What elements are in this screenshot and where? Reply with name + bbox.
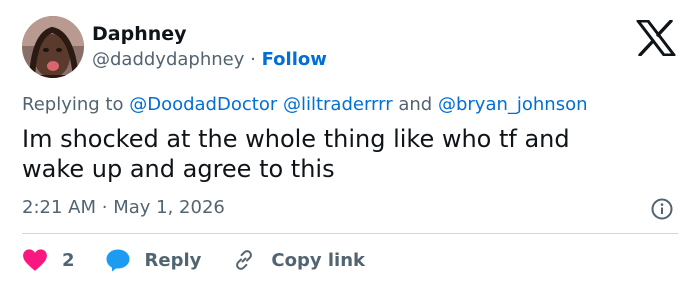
heart-icon (23, 249, 47, 271)
user-handle[interactable]: @daddydaphney (92, 49, 244, 70)
replying-prefix: Replying to (22, 94, 124, 115)
x-logo-icon[interactable] (636, 19, 676, 57)
copy-link-button[interactable]: Copy link (231, 248, 365, 272)
like-button[interactable]: 2 (22, 248, 75, 272)
avatar[interactable] (22, 16, 84, 78)
mention-link[interactable]: @liltraderrrr (283, 94, 393, 115)
like-count: 2 (62, 249, 75, 271)
link-icon (236, 250, 253, 270)
handle-row: @daddydaphney · Follow (92, 48, 327, 72)
mention-link[interactable]: @DoodadDoctor (129, 94, 277, 115)
reply-bubble-icon (106, 249, 130, 272)
follow-button[interactable]: Follow (262, 49, 327, 70)
replying-conjunction: and (398, 94, 433, 115)
copy-link-label: Copy link (271, 249, 365, 271)
replying-to: Replying to @DoodadDoctor @liltraderrrr … (22, 93, 588, 117)
reply-button[interactable]: Reply (105, 248, 202, 272)
divider (22, 233, 678, 234)
tweet-text: Im shocked at the whole thing like who t… (22, 124, 662, 184)
reply-label: Reply (144, 249, 202, 271)
separator-dot: · (101, 197, 108, 218)
tweet-text-line: wake up and agree to this (22, 155, 335, 183)
action-bar: 2 Reply Copy link (22, 246, 365, 274)
separator-dot: · (250, 49, 256, 70)
tweet-timestamp[interactable]: 2:21 AM · May 1, 2026 (22, 196, 225, 220)
mention-link[interactable]: @bryan_johnson (438, 94, 588, 115)
tweet-date: May 1, 2026 (113, 197, 225, 218)
tweet-time: 2:21 AM (22, 197, 96, 218)
info-icon[interactable] (651, 198, 673, 220)
tweet-text-line: Im shocked at the whole thing like who t… (22, 125, 570, 153)
display-name[interactable]: Daphney (92, 22, 187, 46)
avatar-image (22, 16, 84, 78)
